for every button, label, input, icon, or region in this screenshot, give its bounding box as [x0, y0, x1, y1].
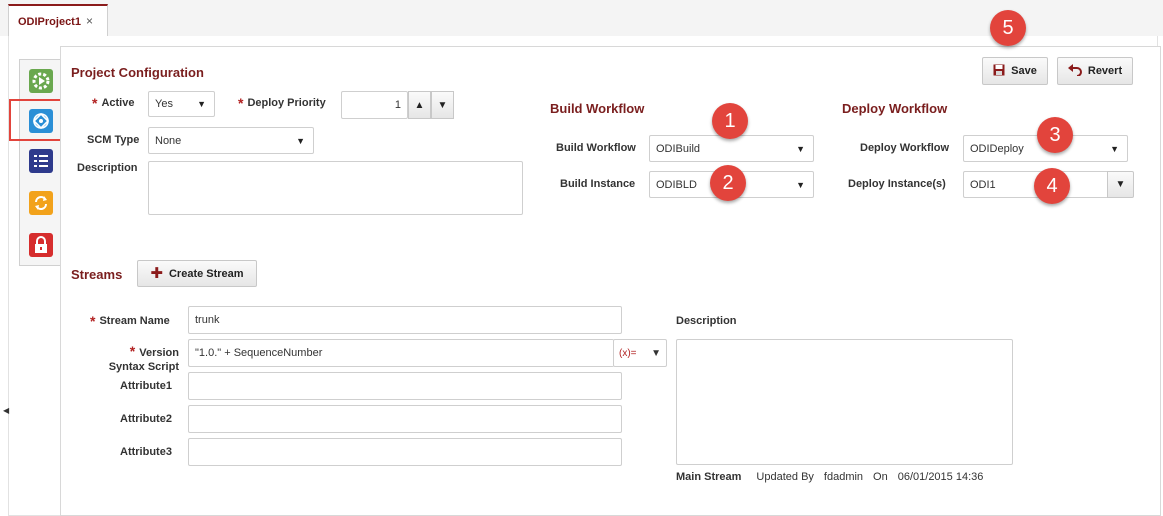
build-workflow-value: ODIBuild — [656, 142, 701, 155]
stream-name-label-text: Stream Name — [99, 315, 170, 327]
rail-button-list[interactable] — [20, 142, 62, 180]
deploy-priority-input[interactable]: 1 — [341, 91, 408, 119]
refresh-icon — [29, 191, 53, 215]
version-label-line1: Version — [139, 347, 179, 359]
chevron-down-icon: ▼ — [796, 179, 805, 190]
expression-icon: (x)= — [619, 347, 637, 359]
chevron-down-icon: ▼ — [796, 143, 805, 154]
rail-button-refresh[interactable] — [20, 184, 62, 222]
build-workflow-select[interactable]: ODIBuild ▼ — [649, 135, 814, 162]
streams-heading: Streams — [71, 267, 123, 282]
chevron-down-icon: ▼ — [197, 99, 206, 109]
project-configuration-heading: Project Configuration — [71, 65, 204, 80]
scm-type-value: None — [155, 134, 182, 147]
chevron-up-icon: ▲ — [414, 99, 425, 111]
attribute3-label: Attribute3 — [120, 446, 172, 458]
scm-type-select[interactable]: None ▼ — [148, 127, 314, 154]
deploy-workflow-heading: Deploy Workflow — [842, 101, 948, 116]
chevron-down-icon: ▼ — [651, 347, 661, 359]
required-marker: * — [92, 95, 98, 111]
updated-on-value: 06/01/2015 14:36 — [897, 471, 984, 483]
build-workflow-heading: Build Workflow — [550, 101, 645, 116]
stream-description-textarea[interactable] — [676, 339, 1013, 465]
active-label: * Active — [92, 95, 134, 111]
description-label: Description — [77, 162, 138, 174]
selected-rail-highlight — [9, 99, 65, 141]
chevron-down-icon: ▼ — [437, 99, 448, 111]
on-label: On — [873, 471, 888, 483]
attribute3-input[interactable] — [188, 438, 622, 466]
scm-type-label: SCM Type — [87, 134, 140, 146]
deploy-priority-label-text: Deploy Priority — [247, 97, 326, 109]
attribute2-input[interactable] — [188, 405, 622, 433]
updated-by-label: Updated By — [756, 471, 814, 483]
close-icon[interactable]: × — [86, 14, 93, 28]
collapse-arrow-icon[interactable]: ◀ — [3, 406, 9, 415]
required-marker: * — [238, 95, 244, 111]
deploy-workflow-label: Deploy Workflow — [860, 142, 950, 154]
tab-bar — [0, 0, 1163, 36]
rail-button-lock[interactable] — [20, 226, 62, 264]
rail-button-build[interactable] — [20, 62, 62, 100]
callout-badge-4: 4 — [1034, 168, 1070, 204]
attribute2-label: Attribute2 — [120, 413, 172, 425]
callout-badge-3: 3 — [1037, 117, 1073, 153]
stream-name-value: trunk — [195, 314, 220, 326]
side-icon-rail — [19, 59, 61, 266]
save-button-label: Save — [1011, 65, 1037, 77]
chevron-down-icon: ▼ — [1110, 143, 1119, 154]
updated-by-value: fdadmin — [823, 471, 864, 483]
build-workflow-label: Build Workflow — [556, 142, 636, 154]
revert-button[interactable]: Revert — [1057, 57, 1133, 85]
stream-meta-row: Main Stream Updated By fdadmin On 06/01/… — [676, 471, 983, 483]
callout-badge-1: 1 — [712, 103, 748, 139]
active-label-text: Active — [101, 97, 135, 109]
list-icon — [29, 149, 53, 173]
stream-description-label: Description — [676, 315, 737, 327]
attribute1-label: Attribute1 — [120, 380, 172, 392]
tab-title: ODIProject1 — [18, 16, 81, 28]
version-syntax-value: "1.0." + SequenceNumber — [195, 347, 323, 359]
chevron-down-icon: ▼ — [1115, 179, 1126, 190]
deploy-priority-value: 1 — [394, 99, 401, 111]
active-select[interactable]: Yes ▼ — [148, 91, 215, 117]
deploy-instances-value: ODI1 — [970, 178, 996, 191]
undo-arrow-icon — [1067, 63, 1082, 79]
main-stream-label: Main Stream — [676, 471, 742, 483]
lock-icon — [29, 233, 53, 257]
save-button[interactable]: Save — [982, 57, 1048, 85]
callout-badge-5: 5 — [990, 10, 1026, 46]
stream-name-input[interactable]: trunk — [188, 306, 622, 334]
required-marker: * — [129, 343, 136, 359]
stream-name-label: * Stream Name — [90, 313, 170, 329]
create-stream-label: Create Stream — [168, 267, 244, 280]
play-gear-icon — [29, 69, 53, 93]
callout-badge-2: 2 — [710, 165, 746, 201]
active-value: Yes — [155, 98, 173, 110]
priority-decrement-button[interactable]: ▼ — [431, 91, 454, 119]
deploy-instances-label: Deploy Instance(s) — [848, 178, 946, 190]
priority-increment-button[interactable]: ▲ — [408, 91, 431, 119]
tab-odiproject1[interactable]: ODIProject1 × — [8, 4, 108, 36]
plus-icon: ✚ — [150, 265, 163, 282]
floppy-disk-icon — [993, 64, 1005, 79]
build-instance-label: Build Instance — [560, 178, 636, 190]
deploy-workflow-value: ODIDeploy — [970, 142, 1024, 155]
deploy-instances-dropdown-button[interactable]: ▼ — [1107, 171, 1134, 198]
revert-button-label: Revert — [1087, 65, 1123, 77]
chevron-down-icon: ▼ — [296, 135, 305, 146]
attribute1-input[interactable] — [188, 372, 622, 400]
expression-editor-button[interactable]: (x)= ▼ — [613, 339, 667, 367]
version-syntax-label: * Version Syntax Script — [104, 344, 179, 374]
version-label-line2: Syntax Script — [108, 361, 179, 373]
create-stream-button[interactable]: ✚ Create Stream — [137, 260, 257, 287]
version-syntax-input[interactable]: "1.0." + SequenceNumber — [188, 339, 614, 367]
project-description-textarea[interactable] — [148, 161, 523, 215]
deploy-priority-label: * Deploy Priority — [238, 95, 326, 111]
required-marker: * — [90, 313, 96, 329]
build-instance-value: ODIBLD — [656, 178, 697, 191]
